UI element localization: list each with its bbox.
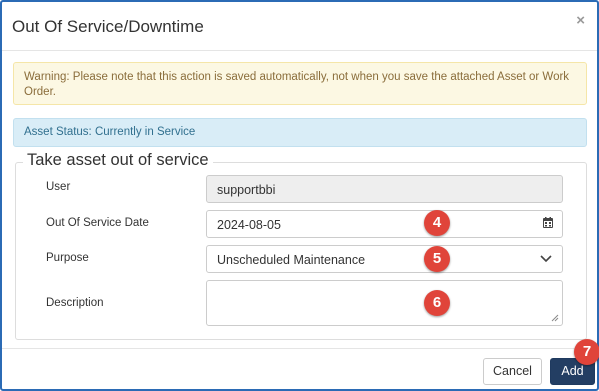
chevron-down-icon bbox=[540, 255, 552, 263]
resize-handle-icon[interactable] bbox=[551, 314, 559, 322]
out-of-service-date-field[interactable]: 2024-08-05 bbox=[206, 210, 563, 238]
dialog: Out Of Service/Downtime × Warning: Pleas… bbox=[0, 0, 599, 391]
purpose-label: Purpose bbox=[46, 252, 89, 264]
close-icon[interactable]: × bbox=[576, 12, 585, 29]
purpose-value: Unscheduled Maintenance bbox=[217, 253, 366, 267]
annotation-badge-4: 4 bbox=[424, 210, 450, 236]
calendar-icon[interactable] bbox=[543, 217, 553, 228]
out-of-service-date-label: Out Of Service Date bbox=[46, 217, 149, 229]
footer-divider bbox=[2, 348, 597, 349]
out-of-service-date-value: 2024-08-05 bbox=[217, 218, 281, 232]
asset-status-alert: Asset Status: Currently in Service bbox=[13, 118, 587, 147]
fieldset-legend: Take asset out of service bbox=[23, 151, 213, 170]
description-textarea[interactable] bbox=[206, 280, 563, 326]
user-value: supportbbi bbox=[217, 183, 276, 197]
user-label: User bbox=[46, 181, 71, 193]
annotation-badge-7: 7 bbox=[574, 339, 599, 365]
warning-alert: Warning: Please note that this action is… bbox=[13, 62, 587, 105]
cancel-button[interactable]: Cancel bbox=[483, 358, 542, 385]
annotation-badge-5: 5 bbox=[424, 246, 450, 272]
purpose-select[interactable]: Unscheduled Maintenance bbox=[206, 245, 563, 273]
user-field: supportbbi bbox=[206, 175, 563, 203]
description-label: Description bbox=[46, 297, 104, 309]
dialog-title: Out Of Service/Downtime bbox=[12, 17, 204, 36]
dialog-header: Out Of Service/Downtime × bbox=[2, 2, 597, 51]
annotation-badge-6: 6 bbox=[424, 290, 450, 316]
